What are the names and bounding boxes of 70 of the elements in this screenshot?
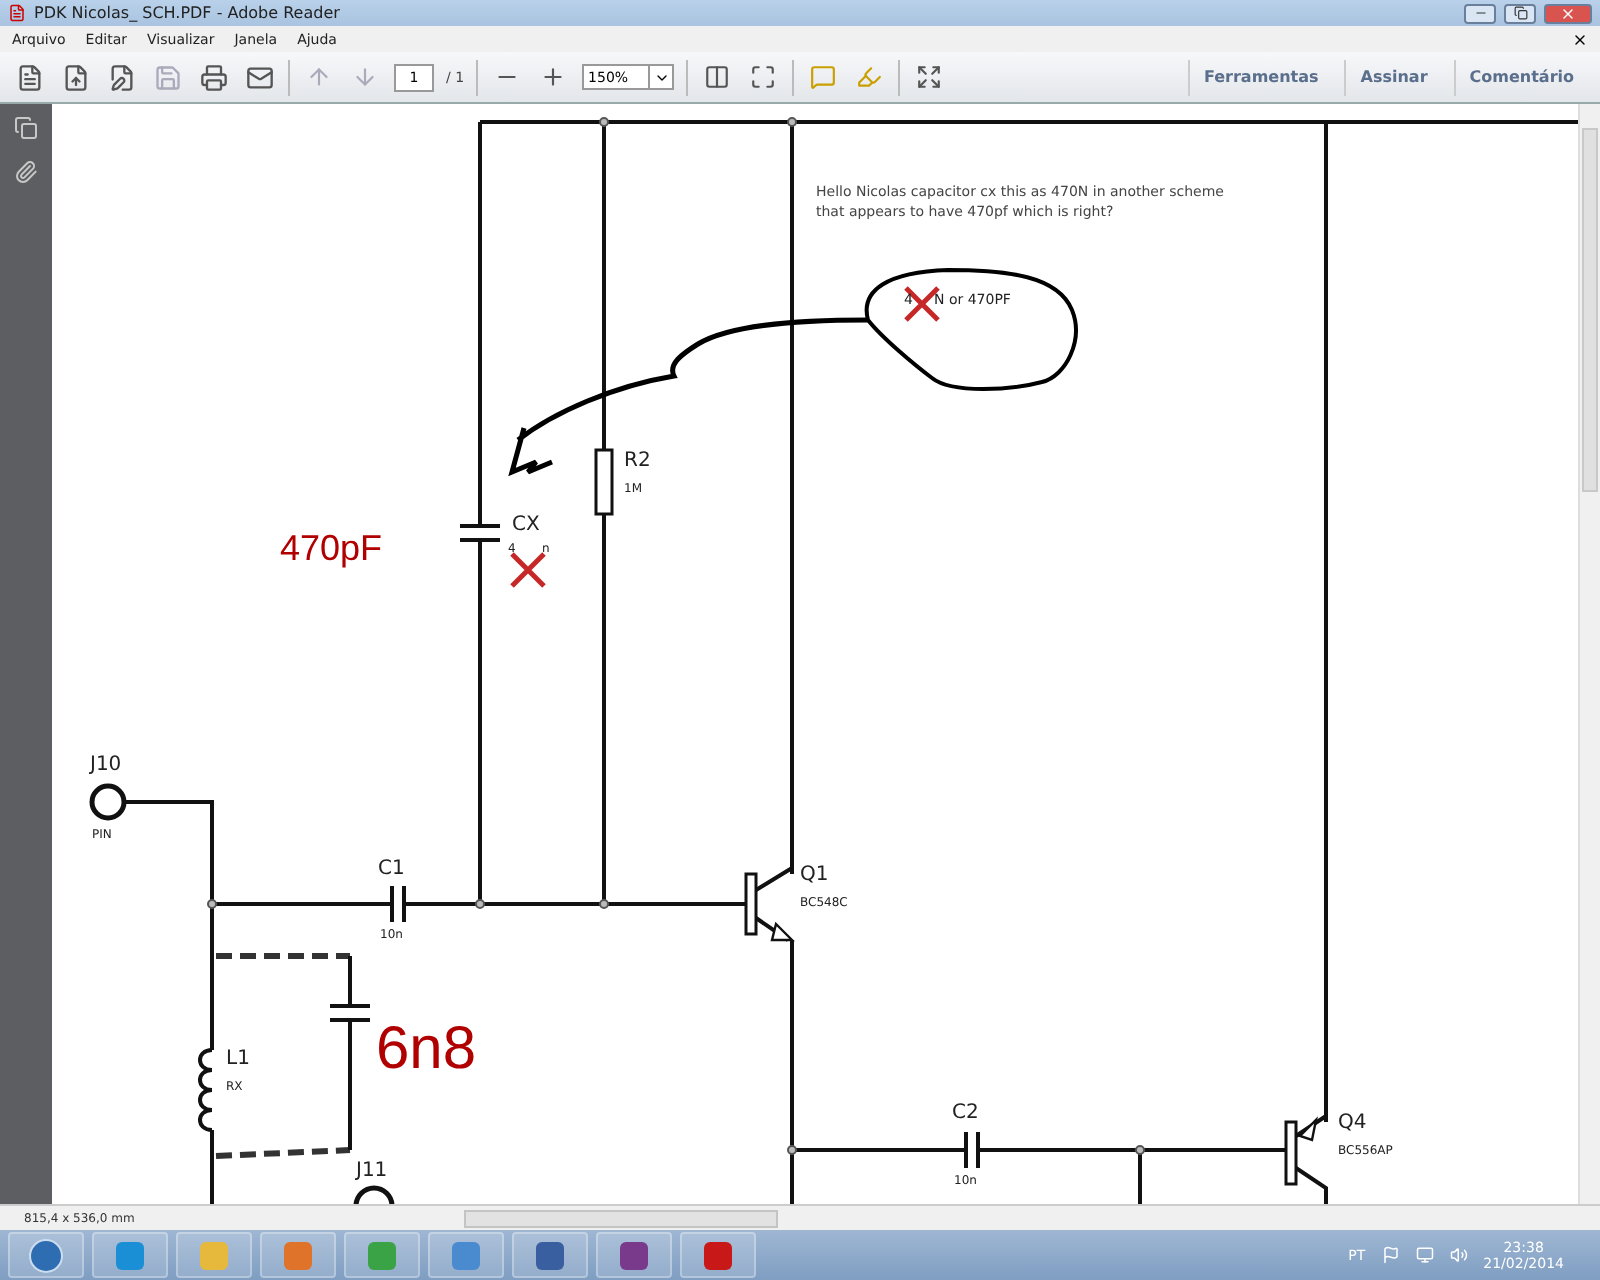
component-label: C2 (952, 1104, 979, 1124)
taskbar-app-button[interactable] (260, 1232, 336, 1278)
close-icon[interactable] (1572, 31, 1588, 47)
handwritten-label: 470pF (280, 530, 383, 566)
connector-symbol (89, 783, 127, 821)
app-icon (198, 1239, 230, 1271)
close-icon (1560, 5, 1576, 21)
app-icon (450, 1239, 482, 1271)
cross-mark (509, 551, 547, 589)
taskbar-app-button[interactable] (428, 1232, 504, 1278)
panel-button[interactable]: Assinar (1344, 59, 1442, 95)
pages-icon[interactable] (14, 116, 38, 140)
save-button[interactable] (150, 60, 184, 94)
app-icon (702, 1239, 734, 1271)
network-icon[interactable] (1415, 1246, 1434, 1264)
component-label: Q4 (1338, 1114, 1367, 1134)
cross-mark (903, 285, 941, 323)
component-label: R2 (624, 452, 651, 472)
app-icon (114, 1239, 146, 1271)
plus-icon (540, 64, 567, 90)
taskbar-app-button[interactable] (344, 1232, 420, 1278)
restore-button[interactable] (1504, 3, 1536, 23)
flag-icon[interactable] (1381, 1246, 1400, 1264)
panel-button[interactable]: Ferramentas (1187, 59, 1333, 95)
minimize-icon (1473, 6, 1487, 20)
component-label: Q1 (800, 866, 829, 886)
component-label: J10 (90, 756, 122, 776)
zoom-dropdown-button[interactable] (650, 64, 675, 90)
resistor-symbol (594, 448, 614, 516)
component-label: L1 (226, 1050, 250, 1070)
app-icon (282, 1239, 314, 1271)
comment-button[interactable] (806, 60, 841, 94)
app-icon (618, 1239, 650, 1271)
junction-dot (787, 1145, 797, 1155)
transistor-symbol (744, 866, 795, 942)
print-button[interactable] (196, 60, 230, 94)
arrow-up-icon (306, 64, 332, 90)
component-label: J11 (356, 1162, 388, 1182)
window-title: PDK Nicolas_ SCH.PDF - Adobe Reader (34, 4, 342, 22)
app-icon (366, 1239, 398, 1271)
taskbar-app-button[interactable] (92, 1232, 168, 1278)
taskbar-app-button[interactable] (680, 1232, 756, 1278)
start-icon (28, 1237, 64, 1273)
component-label: CX (512, 516, 540, 536)
junction-dot (207, 899, 217, 909)
taskbar-app-button[interactable] (512, 1232, 588, 1278)
capacitor-symbol (390, 884, 406, 924)
capacitor-symbol (964, 1130, 980, 1170)
component-label: C1 (378, 860, 405, 880)
app-icon (8, 4, 26, 22)
arrow-down-icon (352, 64, 378, 90)
taskbar-app-button[interactable] (596, 1232, 672, 1278)
paperclip-icon[interactable] (14, 160, 38, 184)
restore-icon (1513, 6, 1527, 20)
junction-dot (599, 117, 609, 127)
junction-dot (475, 899, 485, 909)
capacitor-symbol (458, 524, 502, 542)
app-icon (534, 1239, 566, 1271)
junction-dot (1135, 1145, 1145, 1155)
capacitor-symbol (328, 1004, 372, 1022)
handwritten-label: 6n8 (376, 1020, 477, 1080)
inductor-symbol (198, 1048, 214, 1132)
horizontal-scrollbar[interactable] (464, 1209, 778, 1227)
panel-button[interactable]: Comentário (1453, 59, 1588, 95)
junction-dot (599, 899, 609, 909)
junction-dot (787, 117, 797, 127)
vertical-scrollbar[interactable] (1578, 104, 1600, 1204)
start-button[interactable] (8, 1232, 84, 1278)
save-icon (153, 63, 181, 91)
volume-icon[interactable] (1449, 1246, 1468, 1264)
